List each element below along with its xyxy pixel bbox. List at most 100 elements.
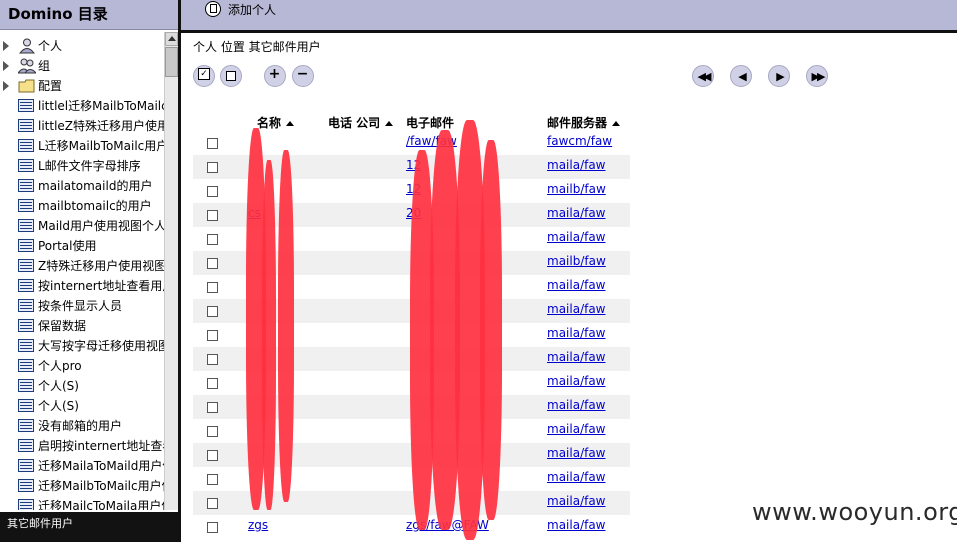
first-page-icon: ◀◀ [697,70,712,83]
view-item[interactable]: 个人(S) [0,376,164,396]
view-item[interactable]: littlel迁移MailbToMailc用 [0,96,164,116]
first-page-button[interactable]: ◀◀ [692,65,714,87]
row-checkbox[interactable] [207,402,218,413]
row-checkbox[interactable] [207,474,218,485]
view-item-label: 按internert地址查看用户 [38,279,164,293]
view-item-label: Portal使用 [38,239,97,253]
view-item[interactable]: 迁移MailbToMailc用户使 [0,476,164,496]
view-item[interactable]: littleZ特殊迁移用户使用 [0,116,164,136]
view-item[interactable]: 个人(S) [0,396,164,416]
view-item[interactable]: mailbtomailc的用户 [0,196,164,216]
name-link[interactable]: zgs [248,518,268,532]
view-item[interactable]: 保留数据 [0,316,164,336]
scroll-thumb[interactable] [165,47,178,77]
row-checkbox[interactable] [207,498,218,509]
server-link[interactable]: maila/faw [547,206,606,220]
server-link[interactable]: maila/faw [547,350,606,364]
server-link[interactable]: mailb/faw [547,254,606,268]
row-checkbox[interactable] [207,450,218,461]
expand-all-button[interactable] [264,65,286,87]
server-link[interactable]: maila/faw [547,326,606,340]
sort-ascending-icon[interactable] [385,121,394,126]
row-checkbox[interactable] [207,378,218,389]
view-icon [18,119,34,132]
row-checkbox[interactable] [207,426,218,437]
server-link[interactable]: maila/faw [547,470,606,484]
view-item[interactable]: Portal使用 [0,236,164,256]
row-checkbox[interactable] [207,282,218,293]
sort-ascending-icon[interactable] [612,121,621,126]
server-link[interactable]: maila/faw [547,494,606,508]
server-link[interactable]: mailb/faw [547,182,606,196]
view-item[interactable]: 按条件显示人员 [0,296,164,316]
left-navigator: Domino 目录 个人 组 配置 littlel迁移MailbToMailc用… [0,0,178,542]
view-item[interactable]: 迁移MailaToMaild用户使 [0,456,164,476]
view-item[interactable]: 没有邮箱的用户 [0,416,164,436]
tree-item-label: 组 [38,59,51,73]
row-checkbox[interactable] [207,354,218,365]
watermark: www.wooyun.org [752,498,957,526]
view-icon [18,199,34,212]
view-item[interactable]: Z特殊迁移用户使用视图 [0,256,164,276]
select-all-button[interactable] [193,65,215,87]
server-link[interactable]: maila/faw [547,398,606,412]
view-item[interactable]: Maild用户使用视图个人 [0,216,164,236]
column-header-mail-server[interactable]: 邮件服务器 [547,114,621,131]
row-checkbox[interactable] [207,306,218,317]
tree-item-person[interactable]: 个人 [0,36,164,56]
panel-divider[interactable] [178,0,181,542]
server-link[interactable]: maila/faw [547,278,606,292]
expand-arrow-icon[interactable] [3,81,9,91]
view-item[interactable]: 按internert地址查看用户 [0,276,164,296]
row-checkbox[interactable] [207,138,218,149]
tree-item-group[interactable]: 组 [0,56,164,76]
column-header-name[interactable]: 名称 [257,114,295,131]
expand-arrow-icon[interactable] [3,41,9,51]
row-checkbox[interactable] [207,258,218,269]
view-icon [18,139,34,152]
server-link[interactable]: maila/faw [547,230,606,244]
row-checkbox[interactable] [207,234,218,245]
view-item[interactable]: 大写按字母迁移使用视图 [0,336,164,356]
view-item[interactable]: 迁移MailcToMaila用户使 [0,496,164,510]
view-item-label: mailatomaild的用户 [38,179,153,193]
server-link[interactable]: maila/faw [547,422,606,436]
server-link[interactable]: maila/faw [547,518,606,532]
expand-arrow-icon[interactable] [3,61,9,71]
scroll-up-icon[interactable] [165,32,178,46]
action-bar: 添加个人 [181,0,957,33]
row-checkbox[interactable] [207,522,218,533]
view-icon [18,99,34,112]
server-link[interactable]: fawcm/faw [547,134,612,148]
view-item[interactable]: 个人pro [0,356,164,376]
view-item[interactable]: L迁移MailbToMailc用户 [0,136,164,156]
column-header-email[interactable]: 电子邮件 [406,114,454,131]
view-item[interactable]: 启明按internert地址查看 [0,436,164,456]
column-header-phone-company[interactable]: 电话 公司 [328,114,394,131]
view-item-label: littlel迁移MailbToMailc用 [38,99,164,113]
current-view-label: 其它邮件用户 [0,512,178,542]
row-checkbox[interactable] [207,162,218,173]
view-item-label: 个人(S) [38,379,79,393]
row-checkbox[interactable] [207,210,218,221]
collapse-all-button[interactable] [292,65,314,87]
view-item[interactable]: mailatomaild的用户 [0,176,164,196]
server-link[interactable]: maila/faw [547,302,606,316]
view-item-label: 保留数据 [38,319,87,333]
previous-page-button[interactable]: ◀ [730,65,752,87]
view-item[interactable]: L邮件文件字母排序 [0,156,164,176]
left-scrollbar[interactable] [164,32,178,510]
deselect-all-button[interactable] [220,65,242,87]
next-page-button[interactable]: ▶ [768,65,790,87]
row-checkbox[interactable] [207,186,218,197]
server-link[interactable]: maila/faw [547,374,606,388]
view-icon [18,179,34,192]
last-page-button[interactable]: ▶▶ [806,65,828,87]
table-row[interactable]: zgszgs/faw@FAWmaila/faw [193,515,630,539]
row-checkbox[interactable] [207,330,218,341]
tree-item-config[interactable]: 配置 [0,76,164,96]
server-link[interactable]: maila/faw [547,158,606,172]
view-icon [18,359,34,372]
sort-ascending-icon[interactable] [286,121,295,126]
server-link[interactable]: maila/faw [547,446,606,460]
